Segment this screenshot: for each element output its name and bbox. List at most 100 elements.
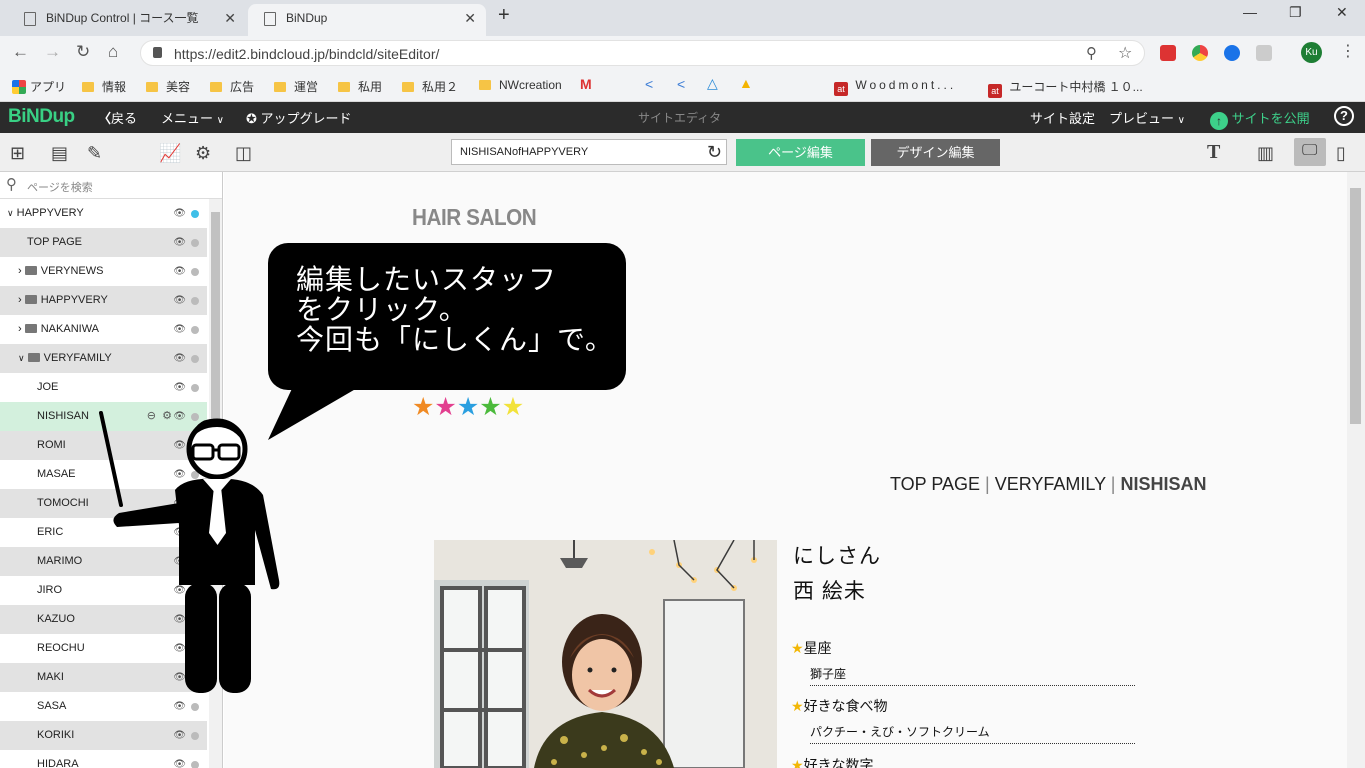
tree-item-label: REOCHU bbox=[37, 642, 85, 654]
analytics-icon[interactable]: 📈 bbox=[159, 143, 181, 164]
page-list-icon[interactable]: ▤ bbox=[51, 143, 68, 164]
tree-item-label: VERYNEWS bbox=[40, 265, 104, 277]
bookmark-label: 情報 bbox=[102, 80, 127, 94]
eye-icon[interactable]: 👁 bbox=[173, 228, 186, 257]
preview-button[interactable]: プレビュー ∨ bbox=[1109, 108, 1185, 127]
refresh-icon[interactable]: ↻ bbox=[707, 140, 722, 164]
new-tab-icon[interactable]: + bbox=[498, 4, 510, 27]
folder-icon bbox=[27, 353, 40, 362]
folder-icon bbox=[338, 82, 350, 92]
url-field[interactable]: https://edit2.bindcloud.jp/bindcld/siteE… bbox=[140, 40, 1145, 66]
desktop-view-button[interactable]: 🖵 bbox=[1294, 138, 1326, 166]
upgrade-button[interactable]: ✪ アップグレード bbox=[246, 108, 352, 127]
home-icon[interactable]: ⌂ bbox=[108, 42, 118, 62]
menu-button[interactable]: メニュー ∨ bbox=[161, 108, 224, 127]
edit-page-icon[interactable]: ✎ bbox=[87, 143, 102, 164]
salon-title: HAIR SALON bbox=[412, 204, 537, 230]
bookmark-folder[interactable]: 私用２ bbox=[402, 78, 458, 95]
eye-icon[interactable]: 👁 bbox=[173, 199, 186, 228]
add-page-icon[interactable]: ⊞ bbox=[10, 143, 25, 164]
tree-item-label: VERYFAMILY bbox=[43, 352, 112, 364]
eye-icon[interactable]: 👁 bbox=[173, 286, 186, 315]
browser-tab-bindup[interactable]: BiNDup ✕ bbox=[248, 4, 486, 36]
arrow-bookmark-icon[interactable]: < bbox=[677, 76, 685, 92]
arrow-bookmark-icon[interactable]: < bbox=[645, 76, 653, 92]
reload-icon[interactable]: ↻ bbox=[76, 42, 90, 62]
tree-item-page[interactable]: KORIKI 👁 bbox=[0, 721, 207, 750]
forward-arrow-icon[interactable]: → bbox=[44, 42, 61, 62]
tree-item-folder[interactable]: › VERYNEWS 👁 bbox=[0, 257, 207, 286]
bindup-logo[interactable]: BiNDup bbox=[8, 106, 75, 128]
star-icon: ★ bbox=[501, 393, 525, 421]
drive-icon[interactable] bbox=[1256, 45, 1272, 61]
bookmark-yucoat[interactable]: at ユーコート中村橋 １０... bbox=[988, 78, 1143, 98]
tree-item-label: JIRO bbox=[37, 584, 63, 596]
eye-icon[interactable]: 👁 bbox=[173, 315, 186, 344]
zoom-search-icon[interactable]: ⚲ bbox=[1086, 44, 1097, 62]
page-search-field[interactable]: ⚲ ページを検索 bbox=[0, 172, 222, 199]
eye-icon[interactable]: 👁 bbox=[173, 692, 186, 721]
canvas-scrollbar-thumb[interactable] bbox=[1350, 188, 1361, 424]
design-edit-button[interactable]: デザイン編集 bbox=[871, 139, 1000, 166]
tree-item-page[interactable]: SASA 👁 bbox=[0, 692, 207, 721]
tree-item-site[interactable]: ∨ HAPPYVERY 👁 bbox=[0, 199, 207, 228]
bookmark-folder[interactable]: 運営 bbox=[274, 78, 318, 95]
close-tab-icon[interactable]: ✕ bbox=[464, 4, 476, 32]
profile-question: ★星座 bbox=[791, 638, 832, 658]
sidebar-toggle-icon[interactable]: ◫ bbox=[235, 143, 252, 164]
publish-button[interactable]: ↑ サイトを公開 bbox=[1210, 108, 1310, 130]
star-icon: ★ bbox=[412, 393, 435, 421]
breadcrumb-family[interactable]: VERYFAMILY bbox=[995, 474, 1106, 494]
bookmark-woodmont[interactable]: at Woodmont... bbox=[834, 78, 956, 96]
breadcrumb-top[interactable]: TOP PAGE bbox=[890, 474, 980, 494]
mobile-view-icon[interactable]: ▯ bbox=[1336, 143, 1346, 164]
eye-icon[interactable]: 👁 bbox=[173, 344, 186, 373]
gear-icon[interactable]: ⚙ bbox=[195, 143, 211, 164]
back-arrow-icon[interactable]: ← bbox=[12, 42, 29, 62]
triangle-bookmark-icon[interactable]: △ bbox=[707, 75, 718, 92]
bookmark-label: Woodmont... bbox=[855, 78, 957, 92]
tree-item-folder[interactable]: › NAKANIWA 👁 bbox=[0, 315, 207, 344]
bookmark-folder[interactable]: 私用 bbox=[338, 78, 382, 95]
site-settings-button[interactable]: サイト設定 bbox=[1030, 108, 1095, 127]
search-icon: ⚲ bbox=[6, 176, 17, 193]
status-dot bbox=[191, 355, 199, 363]
eye-icon[interactable]: 👁 bbox=[173, 257, 186, 286]
layout-icon[interactable]: ▥ bbox=[1257, 143, 1274, 164]
account-avatar[interactable]: Ku bbox=[1301, 42, 1322, 63]
page-selector[interactable]: NISHISANofHAPPYVERY ↻ bbox=[451, 139, 727, 165]
eye-icon[interactable]: 👁 bbox=[173, 373, 186, 402]
tree-item-folder[interactable]: › HAPPYVERY 👁 bbox=[0, 286, 207, 315]
bookmark-folder[interactable]: 美容 bbox=[146, 78, 190, 95]
gmail-icon[interactable]: M bbox=[580, 76, 592, 92]
tree-item-page[interactable]: JOE 👁 bbox=[0, 373, 207, 402]
bookmark-apps[interactable]: アプリ bbox=[12, 78, 66, 95]
more-menu-icon[interactable]: ⋮ bbox=[1340, 41, 1356, 61]
tree-item-folder-open[interactable]: ∨ VERYFAMILY 👁 bbox=[0, 344, 207, 373]
ads-icon[interactable]: ▲ bbox=[739, 75, 753, 91]
eye-icon[interactable]: 👁 bbox=[173, 721, 186, 750]
tree-item-label: HIDARA bbox=[37, 758, 79, 768]
bookmark-label: 私用 bbox=[358, 80, 383, 94]
chrome-extension-icon[interactable] bbox=[1192, 45, 1208, 61]
minimize-icon[interactable]: — bbox=[1243, 4, 1257, 20]
bookmark-star-icon[interactable]: ☆ bbox=[1118, 43, 1132, 63]
help-icon[interactable]: ? bbox=[1334, 106, 1354, 126]
page-edit-button[interactable]: ページ編集 bbox=[736, 139, 865, 166]
tree-item-label: HAPPYVERY bbox=[40, 294, 108, 306]
browser-tab-control[interactable]: BiNDup Control | コース一覧 ✕ bbox=[8, 4, 246, 36]
text-style-icon[interactable]: T bbox=[1207, 141, 1220, 164]
restore-icon[interactable]: ❐ bbox=[1289, 4, 1302, 21]
eye-icon[interactable]: 👁 bbox=[173, 750, 186, 768]
tree-item-top-page[interactable]: TOP PAGE 👁 bbox=[0, 228, 207, 257]
tree-item-page[interactable]: HIDARA 👁 bbox=[0, 750, 207, 768]
extension-icon[interactable] bbox=[1224, 45, 1240, 61]
chevron-down-icon: ∨ bbox=[18, 353, 25, 363]
bookmark-folder[interactable]: NWcreation bbox=[479, 78, 562, 92]
close-window-icon[interactable]: ✕ bbox=[1336, 4, 1348, 21]
extension-icon[interactable] bbox=[1160, 45, 1176, 61]
back-button[interactable]: 〈戻る bbox=[98, 108, 137, 127]
bookmark-folder[interactable]: 情報 bbox=[82, 78, 126, 95]
bookmark-folder[interactable]: 広告 bbox=[210, 78, 254, 95]
close-tab-icon[interactable]: ✕ bbox=[224, 4, 236, 32]
